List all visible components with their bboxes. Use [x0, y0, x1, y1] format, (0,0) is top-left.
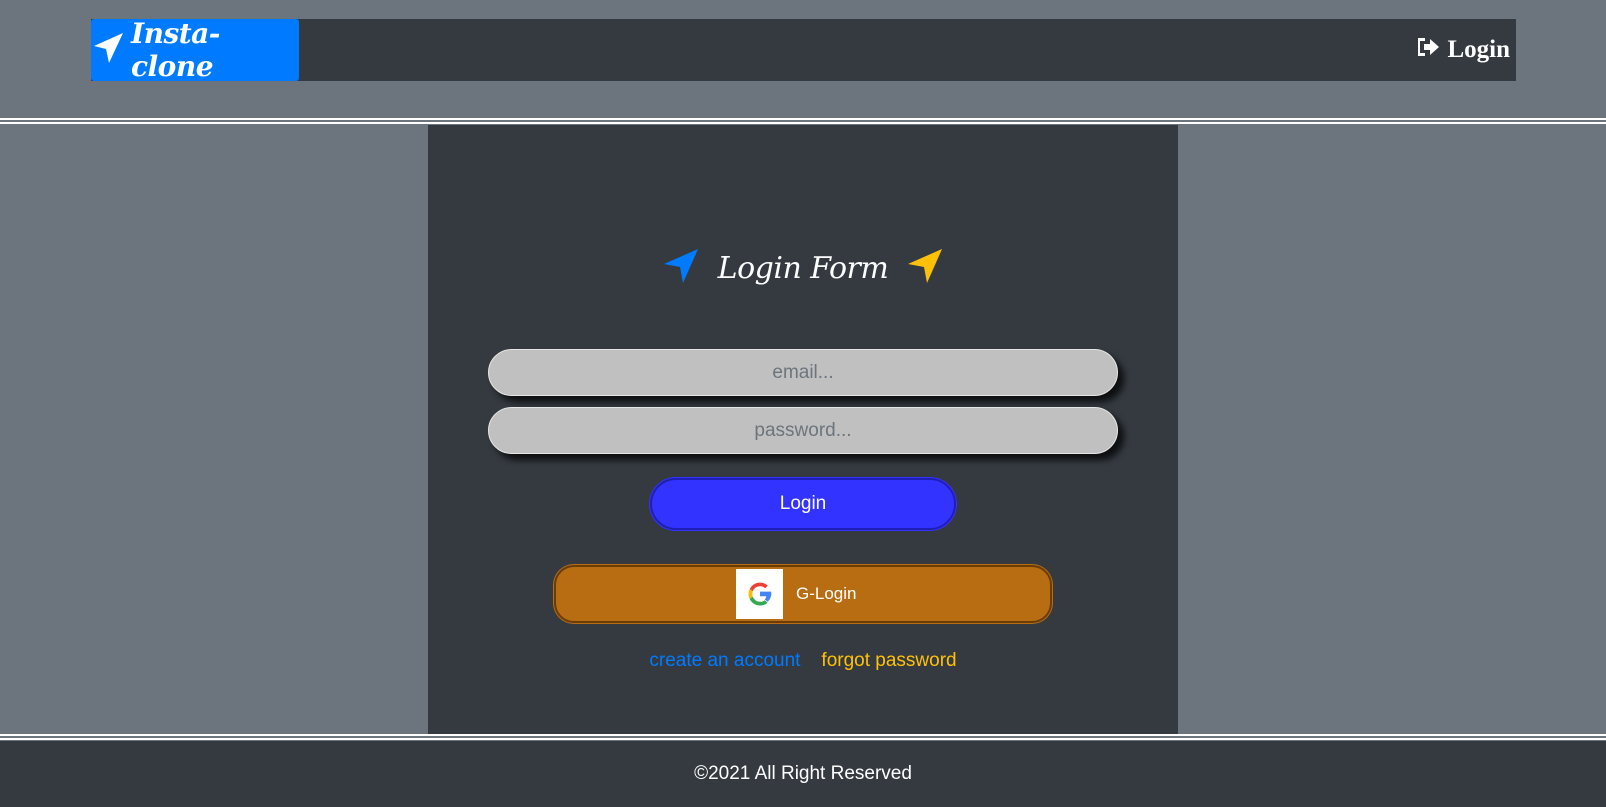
- navbar: Insta-clone Login: [91, 17, 1516, 83]
- password-input[interactable]: [488, 407, 1118, 454]
- footer-copyright: ©2021 All Right Reserved: [694, 763, 912, 784]
- footer: ©2021 All Right Reserved: [0, 741, 1606, 807]
- forgot-password-link[interactable]: forgot password: [821, 650, 956, 672]
- location-arrow-icon: [906, 247, 944, 289]
- google-login-button[interactable]: G-Login: [554, 565, 1052, 623]
- form-title-text: Login Form: [717, 250, 889, 286]
- create-account-link[interactable]: create an account: [649, 650, 800, 672]
- google-login-label: G-Login: [796, 584, 857, 603]
- form-links: create an account forgot password: [0, 650, 1606, 672]
- login-button[interactable]: Login: [650, 478, 956, 530]
- email-input[interactable]: [488, 349, 1118, 396]
- nav-login-label: Login: [1447, 36, 1510, 63]
- bottom-divider: [0, 734, 1606, 740]
- location-arrow-icon: [662, 247, 700, 289]
- login-button-label: Login: [779, 493, 827, 514]
- brand-name: Insta-clone: [131, 17, 220, 83]
- nav-login-link[interactable]: Login: [1415, 19, 1510, 81]
- top-divider: [0, 118, 1606, 124]
- form-title: Login Form: [428, 243, 1178, 293]
- brand-link[interactable]: Insta-clone: [91, 17, 299, 83]
- paper-plane-icon: [91, 31, 125, 69]
- sign-out-icon: [1415, 36, 1441, 65]
- google-logo-icon: [736, 569, 783, 619]
